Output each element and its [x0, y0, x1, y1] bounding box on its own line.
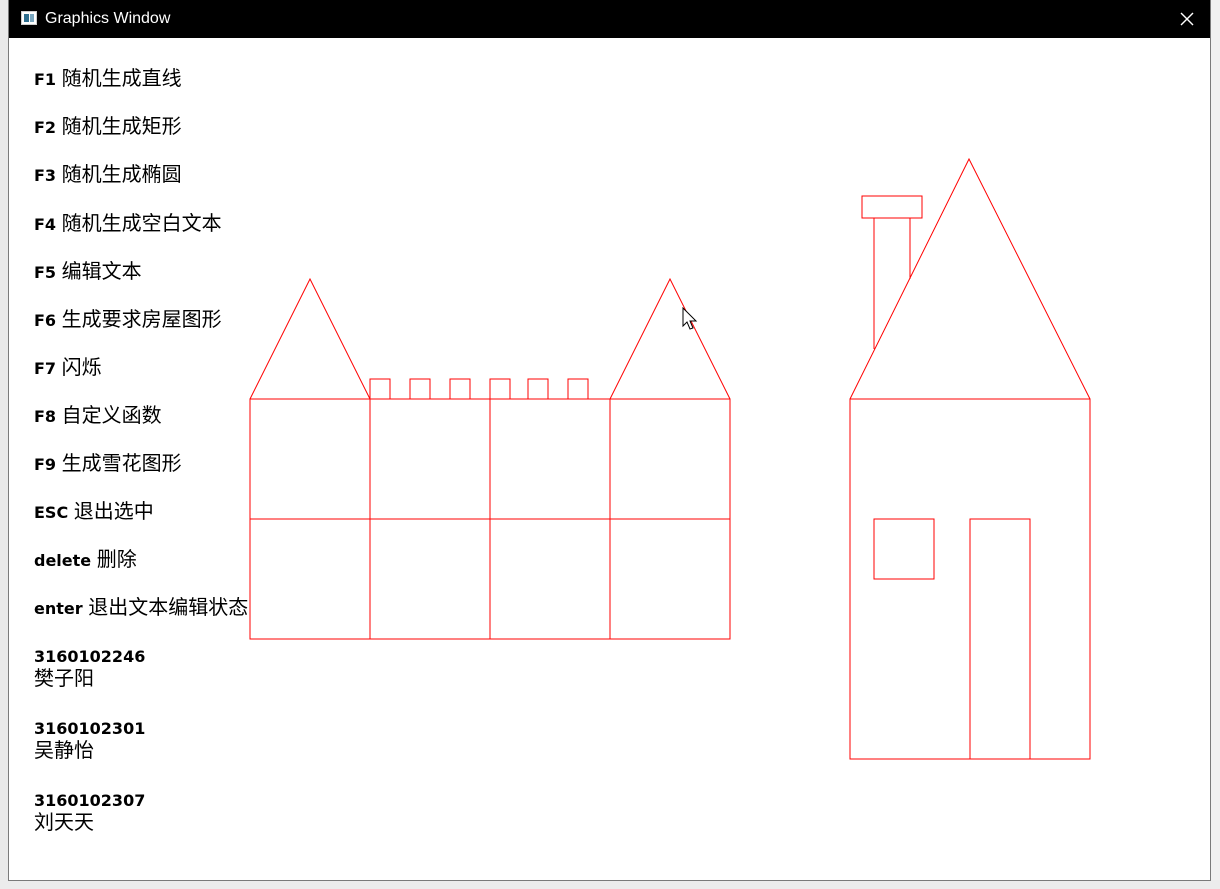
graphics-window: Graphics Window F1 随机生成直线 F2 随机生成矩形 F3 随… — [9, 0, 1210, 880]
close-button[interactable] — [1164, 0, 1210, 38]
window-title: Graphics Window — [45, 10, 171, 27]
chimney-cap — [861, 195, 923, 219]
castle-left-tower-roof — [249, 277, 371, 400]
background-window-edge — [1210, 0, 1220, 889]
battlement — [449, 378, 471, 400]
house-roof — [849, 157, 1091, 400]
battlement — [527, 378, 549, 400]
canvas-area[interactable]: F1 随机生成直线 F2 随机生成矩形 F3 随机生成椭圆 F4 随机生成空白文… — [9, 38, 1210, 880]
house-door — [969, 518, 1031, 760]
title-bar[interactable]: Graphics Window — [9, 0, 1210, 38]
app-icon — [21, 11, 37, 25]
battlement — [567, 378, 589, 400]
castle-right-tower-roof — [609, 277, 731, 400]
battlement — [409, 378, 431, 400]
battlement — [369, 378, 391, 400]
house-drawing — [249, 157, 1091, 760]
mouse-cursor-icon — [682, 307, 698, 330]
close-icon — [1180, 12, 1194, 26]
taskbar-edge — [0, 880, 1220, 889]
house-window — [873, 518, 935, 580]
battlement — [489, 378, 511, 400]
